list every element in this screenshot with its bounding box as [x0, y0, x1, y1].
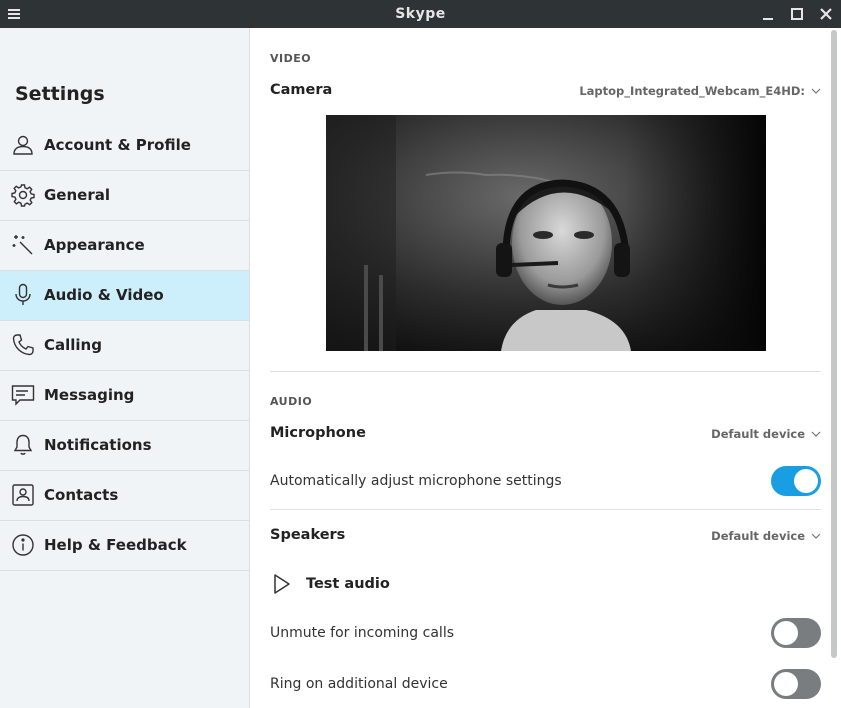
ring-additional-device-toggle[interactable] — [771, 669, 821, 699]
maximize-icon[interactable] — [790, 7, 804, 21]
sidebar-item-account-profile[interactable]: Account & Profile — [0, 121, 249, 171]
microphone-device-value: Default device — [711, 427, 805, 441]
microphone-device-dropdown[interactable]: Default device — [711, 427, 821, 441]
chevron-down-icon — [811, 533, 821, 539]
test-audio-label: Test audio — [306, 576, 390, 592]
contact-card-icon — [12, 484, 34, 506]
toggle-knob — [774, 621, 798, 645]
title-bar: Skype — [0, 0, 841, 28]
auto-adjust-mic-label: Automatically adjust microphone settings — [270, 473, 562, 489]
camera-device-value: Laptop_Integrated_Webcam_E4HD: — [579, 84, 805, 98]
video-section-label: VIDEO — [270, 52, 312, 65]
gear-icon — [11, 184, 35, 207]
sidebar-item-contacts[interactable]: Contacts — [0, 471, 249, 521]
bell-icon — [13, 434, 33, 455]
sidebar-item-audio-video[interactable]: Audio & Video — [0, 271, 249, 321]
sidebar-item-help-feedback[interactable]: Help & Feedback — [0, 521, 249, 571]
sidebar-item-label: Help & Feedback — [44, 536, 187, 554]
audio-section-label: AUDIO — [270, 395, 313, 408]
settings-sidebar: Settings Account & Profile General Appea… — [0, 28, 250, 708]
camera-label: Camera — [270, 82, 333, 98]
sidebar-item-label: Calling — [44, 336, 102, 354]
test-audio-button[interactable]: Test audio — [272, 573, 390, 595]
close-icon[interactable] — [819, 7, 833, 21]
chevron-down-icon — [811, 431, 821, 437]
person-icon — [13, 135, 33, 155]
sidebar-item-label: Notifications — [44, 436, 152, 454]
sidebar-item-general[interactable]: General — [0, 171, 249, 221]
toggle-knob — [774, 672, 798, 696]
sidebar-item-label: Account & Profile — [44, 136, 191, 154]
info-icon — [12, 534, 34, 556]
sidebar-item-messaging[interactable]: Messaging — [0, 371, 249, 421]
sidebar-item-notifications[interactable]: Notifications — [0, 421, 249, 471]
sidebar-item-label: Messaging — [44, 386, 135, 404]
sidebar-item-label: General — [44, 186, 110, 204]
toggle-knob — [794, 469, 818, 493]
microphone-icon — [15, 283, 31, 305]
sidebar-item-appearance[interactable]: Appearance — [0, 221, 249, 271]
auto-adjust-mic-toggle[interactable] — [771, 466, 821, 496]
unmute-incoming-calls-label: Unmute for incoming calls — [270, 625, 454, 641]
ring-additional-device-label: Ring on additional device — [270, 676, 448, 692]
audio-video-settings-panel: VIDEO Camera Laptop_Integrated_Webcam_E4… — [250, 28, 841, 708]
phone-icon — [12, 334, 34, 356]
section-divider — [270, 371, 821, 372]
camera-preview-image — [326, 115, 766, 351]
speakers-device-value: Default device — [711, 529, 805, 543]
speakers-label: Speakers — [270, 527, 346, 543]
camera-preview — [326, 115, 766, 351]
section-divider — [270, 509, 821, 510]
minimize-icon[interactable] — [761, 7, 775, 21]
window-title: Skype — [395, 6, 446, 22]
settings-heading: Settings — [15, 83, 105, 105]
magic-wand-icon — [12, 235, 33, 255]
play-icon — [274, 574, 290, 594]
chevron-down-icon — [811, 88, 821, 94]
sidebar-item-label: Contacts — [44, 486, 119, 504]
unmute-incoming-calls-toggle[interactable] — [771, 618, 821, 648]
speakers-device-dropdown[interactable]: Default device — [711, 529, 821, 543]
microphone-label: Microphone — [270, 425, 366, 441]
sidebar-item-calling[interactable]: Calling — [0, 321, 249, 371]
message-icon — [11, 385, 35, 406]
sidebar-item-label: Audio & Video — [44, 286, 164, 304]
sidebar-item-label: Appearance — [44, 236, 145, 254]
scrollbar[interactable] — [831, 30, 837, 658]
camera-device-dropdown[interactable]: Laptop_Integrated_Webcam_E4HD: — [579, 84, 821, 98]
settings-nav: Account & Profile General Appearance Aud… — [0, 121, 249, 571]
